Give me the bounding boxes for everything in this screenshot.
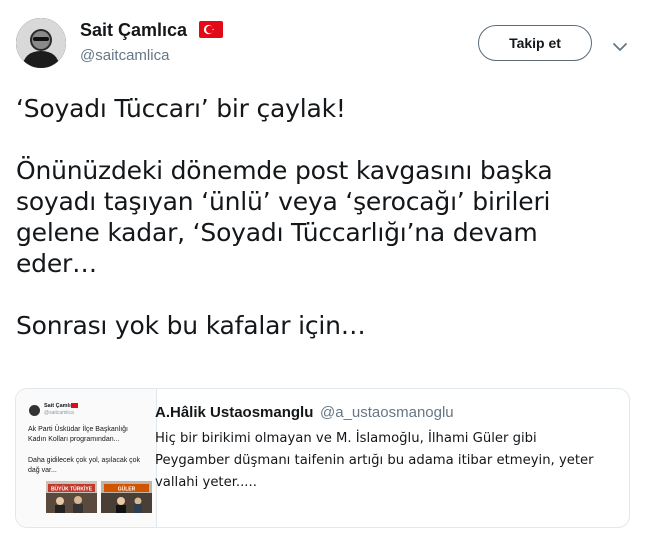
quoted-author-handle[interactable]: @a_ustaosmanoglu bbox=[320, 404, 454, 421]
thumbnail-author-handle: @saitcamlica bbox=[44, 410, 74, 416]
follow-button[interactable]: Takip et bbox=[478, 25, 592, 61]
thumbnail-photo: BÜYÜK TÜRKİYE bbox=[46, 481, 97, 513]
author-handle[interactable]: @saitcamlica bbox=[80, 47, 169, 64]
quoted-tweet-thumbnail: Sait Çamlıca @saitcamlica Ak Parti Üsküd… bbox=[16, 389, 157, 527]
thumbnail-text: Ak Parti Üsküdar İlçe Başkanlığı Kadın K… bbox=[28, 426, 128, 443]
quoted-tweet-text: Hiç bir birikimi olmayan ve M. İslamoğlu… bbox=[155, 431, 594, 490]
thumbnail-banner-text: BÜYÜK TÜRKİYE bbox=[51, 486, 93, 493]
author-name[interactable]: Sait Çamlıca bbox=[80, 20, 187, 41]
thumbnail-text-secondary: Daha gidilecek çok yol, aşılacak çok dağ… bbox=[28, 457, 141, 474]
turkey-flag-icon bbox=[199, 21, 223, 38]
thumbnail-photo: GÜLER bbox=[101, 481, 152, 513]
thumbnail-avatar bbox=[29, 405, 40, 416]
thumbnail-banner-text: GÜLER bbox=[118, 486, 136, 493]
quoted-author-name[interactable]: A.Hâlik Ustaosmanglu bbox=[155, 404, 313, 421]
thumbnail-flag-icon bbox=[71, 403, 78, 408]
author-avatar[interactable] bbox=[16, 18, 66, 68]
chevron-down-icon[interactable] bbox=[612, 38, 628, 51]
tweet-text: ‘Soyadı Tüccarı’ bir çaylak! Önünüzdeki … bbox=[16, 94, 553, 340]
